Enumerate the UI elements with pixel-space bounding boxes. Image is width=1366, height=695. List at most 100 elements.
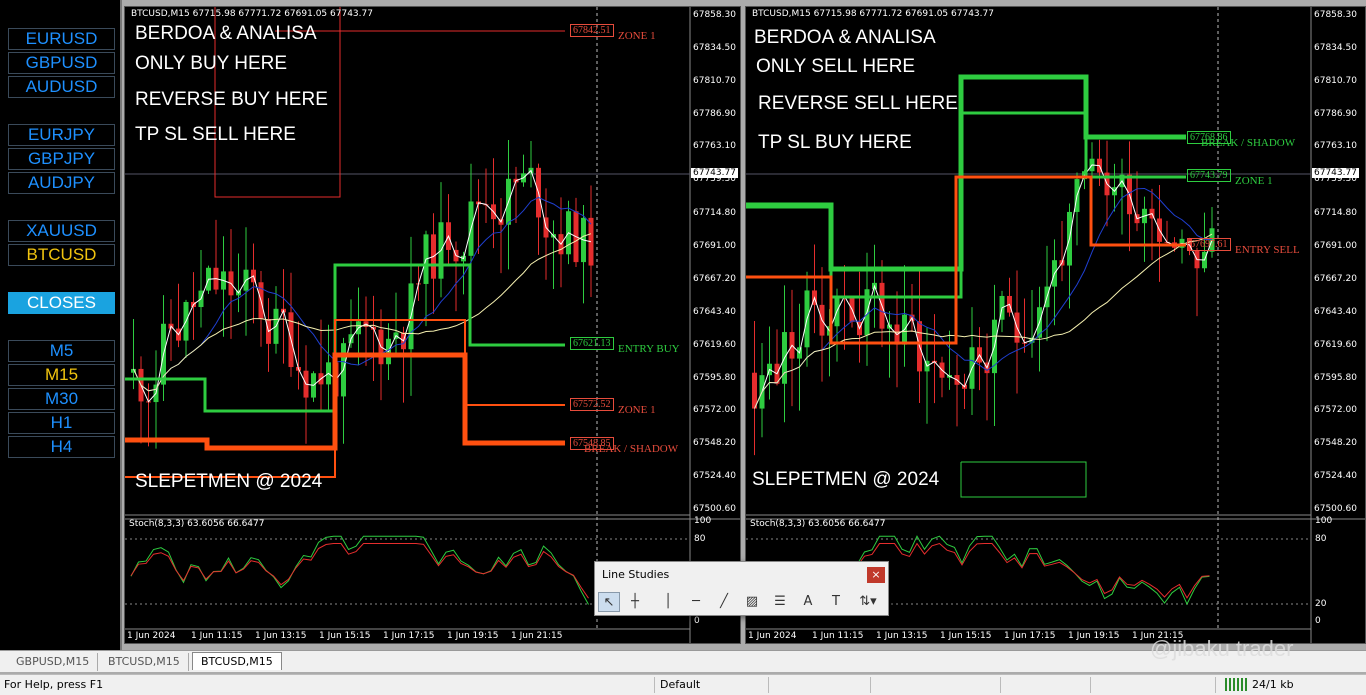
price-axis-label: 67834.50	[693, 42, 736, 53]
symbol-button-audusd[interactable]: AUDUSD	[8, 76, 115, 98]
price-axis-label: 67763.10	[1314, 141, 1357, 152]
chart-header: BTCUSD,M15 67715.98 67771.72 67691.05 67…	[131, 9, 373, 19]
crosshair-icon[interactable]: ┼	[624, 592, 646, 612]
line-studies-title: Line Studies	[602, 568, 670, 581]
horizontal-line-icon[interactable]: ─	[685, 592, 707, 612]
chart-text-0: BERDOA & ANALISA	[754, 27, 936, 48]
symbol-button-closes[interactable]: CLOSES	[8, 292, 115, 314]
symbol-button-eurusd[interactable]: EURUSD	[8, 28, 115, 50]
zone-label-0: ZONE 1	[618, 30, 656, 42]
symbol-button-gbpusd[interactable]: GBPUSD	[8, 52, 115, 74]
current-price-label: 67743.77	[1312, 168, 1359, 178]
price-axis-label: 67524.40	[1314, 471, 1357, 482]
time-axis-label: 1 Jun 11:15	[812, 631, 864, 641]
tab-btcusd-m15-2[interactable]: BTCUSD,M15	[192, 652, 282, 670]
symbol-button-h4[interactable]: H4	[8, 436, 115, 458]
stoch-axis-label: 80	[1315, 534, 1327, 544]
vertical-line-icon[interactable]: │	[657, 592, 679, 612]
time-axis-label: 1 Jun 17:15	[1004, 631, 1056, 641]
price-axis-label: 67714.80	[693, 208, 736, 219]
status-bar: For Help, press F1 Default 24/1 kb	[0, 674, 1366, 695]
chart-text-4: SLEPETMEN @ 2024	[752, 469, 940, 490]
symbol-button-h1[interactable]: H1	[8, 412, 115, 434]
stoch-axis-label: 0	[694, 616, 700, 626]
fibonacci-icon[interactable]: ☰	[769, 592, 791, 612]
price-axis-label: 67834.50	[1314, 42, 1357, 53]
current-price-label: 67743.77	[691, 168, 738, 178]
price-axis-label: 67548.20	[693, 438, 736, 449]
symbol-button-eurjpy[interactable]: EURJPY	[8, 124, 115, 146]
price-axis-label: 67619.60	[693, 339, 736, 350]
stoch-label: Stoch(8,3,3) 63.6056 66.6477	[750, 519, 886, 529]
chart-header: BTCUSD,M15 67715.98 67771.72 67691.05 67…	[752, 9, 994, 19]
status-traffic: 24/1 kb	[1252, 678, 1294, 691]
zone-line	[960, 461, 1087, 498]
line-studies-toolbar[interactable]: Line Studies × ↖ ┼ │ ─ ╱ ▨ ☰ A T ⇅▾	[594, 561, 889, 616]
price-label-2: 67697.61	[1187, 238, 1231, 251]
tab-btcusd-m15-1[interactable]: BTCUSD,M15	[100, 653, 189, 671]
candle	[752, 372, 757, 409]
symbol-button-xauusd[interactable]: XAUUSD	[8, 220, 115, 242]
chart-text-3: TP SL BUY HERE	[758, 132, 912, 153]
zone-label-1: ZONE 1	[1235, 175, 1273, 187]
stoch-axis-label: 20	[1315, 599, 1327, 609]
symbol-button-audjpy[interactable]: AUDJPY	[8, 172, 115, 194]
stoch-label: Stoch(8,3,3) 63.6056 66.6477	[129, 519, 265, 529]
price-axis-label: 67595.80	[1314, 372, 1357, 383]
price-axis-label: 67858.30	[693, 10, 736, 20]
symbol-button-m30[interactable]: M30	[8, 388, 115, 410]
text-icon[interactable]: A	[797, 592, 819, 612]
price-axis-label: 67500.60	[693, 504, 736, 514]
symbol-button-gbpjpy[interactable]: GBPJPY	[8, 148, 115, 170]
time-axis-label: 1 Jun 11:15	[191, 631, 243, 641]
price-axis-label: 67619.60	[1314, 339, 1357, 350]
chart-text-3: TP SL SELL HERE	[135, 124, 296, 145]
zone-label-2: ENTRY SELL	[1235, 244, 1300, 256]
price-axis-label: 67786.90	[1314, 108, 1357, 119]
tab-gbpusd-m15[interactable]: GBPUSD,M15	[8, 653, 99, 671]
zone-label-1: ENTRY BUY	[618, 343, 680, 355]
price-label-1: 67743.79	[1187, 169, 1231, 182]
zone-label-0: BREAK / SHADOW	[1201, 137, 1296, 149]
arrows-dropdown-icon[interactable]: ⇅▾	[853, 592, 883, 612]
trendline-icon[interactable]: ╱	[713, 592, 735, 612]
symbol-button-m15[interactable]: M15	[8, 364, 115, 386]
moving-average-line	[133, 169, 592, 403]
price-axis-label: 67714.80	[1314, 208, 1357, 219]
chart-text-0: BERDOA & ANALISA	[135, 23, 317, 44]
connection-icon	[1225, 678, 1249, 691]
price-axis-label: 67643.40	[693, 306, 736, 317]
price-axis-label: 67810.70	[1314, 75, 1357, 86]
price-axis-label: 67667.20	[693, 273, 736, 284]
symbol-button-m5[interactable]: M5	[8, 340, 115, 362]
price-axis-label: 67524.40	[693, 471, 736, 482]
symbol-button-btcusd[interactable]: BTCUSD	[8, 244, 115, 266]
moving-average-line	[754, 164, 1213, 409]
chart-window-left[interactable]: BTCUSD,M15 67715.98 67771.72 67691.05 67…	[124, 6, 741, 644]
time-axis-label: 1 Jun 19:15	[447, 631, 499, 641]
cursor-icon[interactable]: ↖	[598, 592, 620, 612]
price-label-1: 67621.13	[570, 337, 614, 350]
price-axis-label: 67763.10	[693, 141, 736, 152]
text-label-icon[interactable]: T	[825, 592, 847, 612]
zone-line	[746, 175, 1186, 345]
chart-window-right[interactable]: BTCUSD,M15 67715.98 67771.72 67691.05 67…	[745, 6, 1366, 644]
stoch-axis-label: 80	[694, 534, 706, 544]
stoch-signal-line	[130, 543, 589, 599]
price-label-2: 67572.52	[570, 398, 614, 411]
price-axis-label: 67691.00	[693, 241, 736, 252]
status-help: For Help, press F1	[4, 678, 104, 691]
time-axis-label: 1 Jun 15:15	[940, 631, 992, 641]
moving-average-line	[133, 233, 592, 392]
chart-text-2: REVERSE BUY HERE	[135, 89, 328, 110]
chart-text-1: ONLY BUY HERE	[135, 53, 288, 74]
close-icon[interactable]: ×	[867, 567, 885, 583]
price-axis-label: 67500.60	[1314, 504, 1357, 514]
zone-label-3: BREAK / SHADOW	[584, 443, 679, 455]
price-axis-label: 67691.00	[1314, 241, 1357, 252]
time-axis-label: 1 Jun 2024	[127, 631, 176, 641]
price-label-0: 67842.51	[570, 24, 614, 37]
channel-icon[interactable]: ▨	[741, 592, 763, 612]
price-axis-label: 67667.20	[1314, 273, 1357, 284]
chart-text-4: SLEPETMEN @ 2024	[135, 471, 323, 492]
